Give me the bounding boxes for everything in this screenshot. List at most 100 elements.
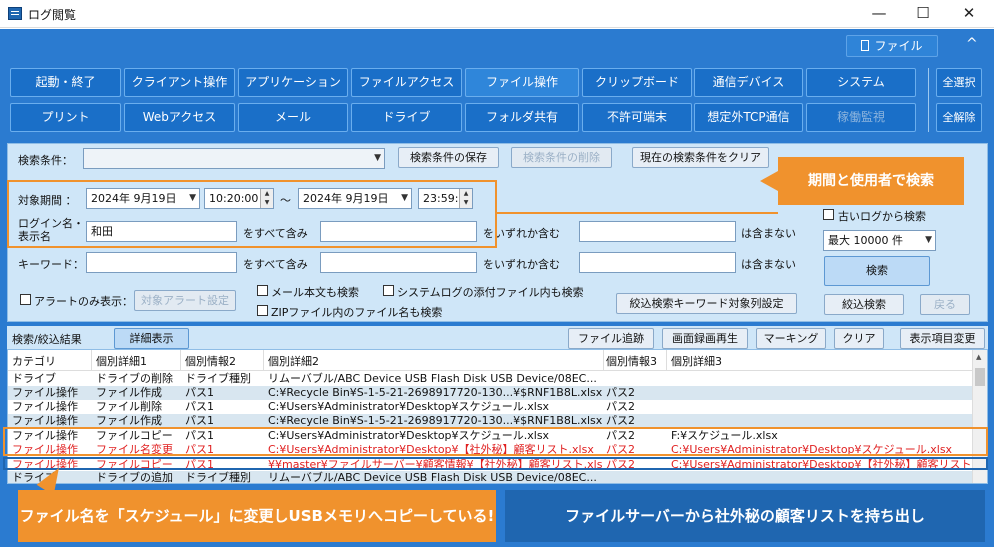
category-uptime-monitor[interactable]: 稼働監視 [806,103,916,132]
alert-settings-button[interactable]: 対象アラート設定 [134,290,236,311]
category-folder-share[interactable]: フォルダ共有 [465,103,579,132]
mail-body-checkbox[interactable] [257,285,268,296]
zip-names-checkbox[interactable] [257,305,268,316]
detail-view-button[interactable]: 詳細表示 [114,328,189,349]
clear-results-button[interactable]: クリア [834,328,884,349]
category-client-ops[interactable]: クライアント操作 [124,68,235,97]
table-row[interactable]: ファイル操作 ファイル作成 パス1 C:¥Recycle Bin¥S-1-5-2… [8,414,973,428]
collapse-icon[interactable]: ^ [966,36,978,52]
col-divider [666,350,667,371]
close-button[interactable]: ✕ [954,4,984,24]
col-category[interactable]: カテゴリ [12,353,56,369]
category-comm-device[interactable]: 通信デバイス [694,68,803,97]
mail-body-label: メール本文も検索 [271,286,359,299]
category-unexpected-tcp[interactable]: 想定外TCP通信 [694,103,803,132]
col-divider [603,350,604,371]
display-items-button[interactable]: 表示項目変更 [900,328,985,349]
col-detail2[interactable]: 個別詳細2 [268,353,319,369]
delete-condition-button[interactable]: 検索条件の削除 [511,147,612,168]
scroll-thumb[interactable] [975,368,985,386]
file-menu-button[interactable]: ファイル [846,35,938,57]
condition-label: 検索条件： [18,154,73,167]
excludes-label: は含まない [741,258,796,271]
any-contains-label: をいずれか含む [483,258,560,271]
col-divider [263,350,264,371]
cell: ドライブ種別 [185,372,251,385]
cell: リムーバブル/ABC Device USB Flash Disk USB Dev… [268,471,597,484]
col-divider [180,350,181,371]
old-first-checkbox[interactable] [823,209,834,220]
category-print[interactable]: プリント [10,103,121,132]
divider [928,68,929,132]
cell: ドライブ種別 [185,471,251,484]
category-mail[interactable]: メール [238,103,348,132]
marking-button[interactable]: マーキング [756,328,826,349]
back-button[interactable]: 戻る [920,294,970,315]
banner-rename-usb: ファイル名を「スケジュール」に変更しUSBメモリへコピーしている! [18,490,496,542]
clear-condition-button[interactable]: 現在の検索条件をクリア [632,147,769,168]
chevron-down-icon: ▼ [374,153,381,163]
rename-copy-highlight [3,427,988,456]
cell: パス2 [606,400,635,413]
save-condition-button[interactable]: 検索条件の保存 [398,147,499,168]
col-detail1[interactable]: 個別詳細1 [96,353,147,369]
col-info2[interactable]: 個別情報2 [185,353,236,369]
maximize-button[interactable]: ☐ [908,4,938,24]
category-unauthorized-device[interactable]: 不許可端末 [582,103,692,132]
banner-server-leak: ファイルサーバーから社外秘の顧客リストを持ち出し [505,490,985,542]
keyword-exclude-input[interactable] [579,252,736,273]
refine-keyword-settings-button[interactable]: 絞込検索キーワード対象列設定 [616,293,797,314]
table-header: カテゴリ 個別詳細1 個別情報2 個別詳細2 個別情報3 個別詳細3 [8,350,973,371]
screen-replay-button[interactable]: 画面録画再生 [662,328,748,349]
category-file-access[interactable]: ファイルアクセス [351,68,462,97]
cell: ファイル操作 [12,400,78,413]
cell: C:¥Recycle Bin¥S-1-5-21-2698917720-130..… [268,414,602,427]
file-trace-button[interactable]: ファイル追跡 [568,328,654,349]
category-drive[interactable]: ドライブ [351,103,462,132]
cell: ファイル作成 [96,414,162,427]
cell: パス1 [185,414,214,427]
table-row[interactable]: ドライブ ドライブの追加 ドライブ種別 リムーバブル/ABC Device US… [8,471,973,484]
app-icon [8,7,22,20]
category-clipboard[interactable]: クリップボード [582,68,692,97]
condition-select[interactable]: ▼ [83,148,385,169]
col-divider [91,350,92,371]
all-contains-label: をすべて含み [243,258,308,271]
category-system[interactable]: システム [806,68,916,97]
cell: ドライブ [12,372,56,385]
cell: パス2 [606,414,635,427]
deselect-all-button[interactable]: 全解除 [936,103,982,132]
category-file-ops[interactable]: ファイル操作 [465,68,579,97]
cell: C:¥Recycle Bin¥S-1-5-21-2698917720-130..… [268,386,602,399]
window-title: ログ閲覧 [28,8,77,22]
cell: パス2 [606,386,635,399]
table-row[interactable]: ドライブ ドライブの削除 ドライブ種別 リムーバブル/ABC Device US… [8,372,973,386]
table-row[interactable]: ファイル操作 ファイル作成 パス1 C:¥Recycle Bin¥S-1-5-2… [8,386,973,400]
chevron-up-icon[interactable]: ▲ [976,353,981,361]
login-exclude-input[interactable] [579,221,736,242]
callout-period-user: 期間と使用者で検索 [760,157,964,205]
cell: ファイル操作 [12,414,78,427]
alert-only-checkbox[interactable] [20,294,31,305]
col-info3[interactable]: 個別情報3 [606,353,657,369]
table-row[interactable]: ファイル操作 ファイル削除 パス1 C:¥Users¥Administrator… [8,400,973,414]
old-first-label: 古いログから検索 [838,210,926,223]
keyword-all-input[interactable] [86,252,237,273]
cell: C:¥Users¥Administrator¥Desktop¥スケジュール.xl… [268,400,550,413]
col-detail3[interactable]: 個別詳細3 [671,353,722,369]
callout-connector [497,212,778,214]
max-count-select[interactable]: 最大 10000 件 ▼ [823,230,936,251]
cell: ドライブの削除 [96,372,173,385]
category-web-access[interactable]: Webアクセス [124,103,235,132]
cell: ドライブの追加 [96,471,173,484]
syslog-attach-label: システムログの添付ファイル内も検索 [397,286,584,299]
category-application[interactable]: アプリケーション [238,68,348,97]
category-startup[interactable]: 起動・終了 [10,68,121,97]
search-button[interactable]: 検索 [824,256,930,286]
syslog-attach-checkbox[interactable] [383,285,394,296]
refine-search-button[interactable]: 絞込検索 [824,294,904,315]
select-all-button[interactable]: 全選択 [936,68,982,97]
alert-only-label: アラートのみ表示： [34,295,133,308]
keyword-any-input[interactable] [320,252,477,273]
minimize-button[interactable]: — [864,4,894,24]
